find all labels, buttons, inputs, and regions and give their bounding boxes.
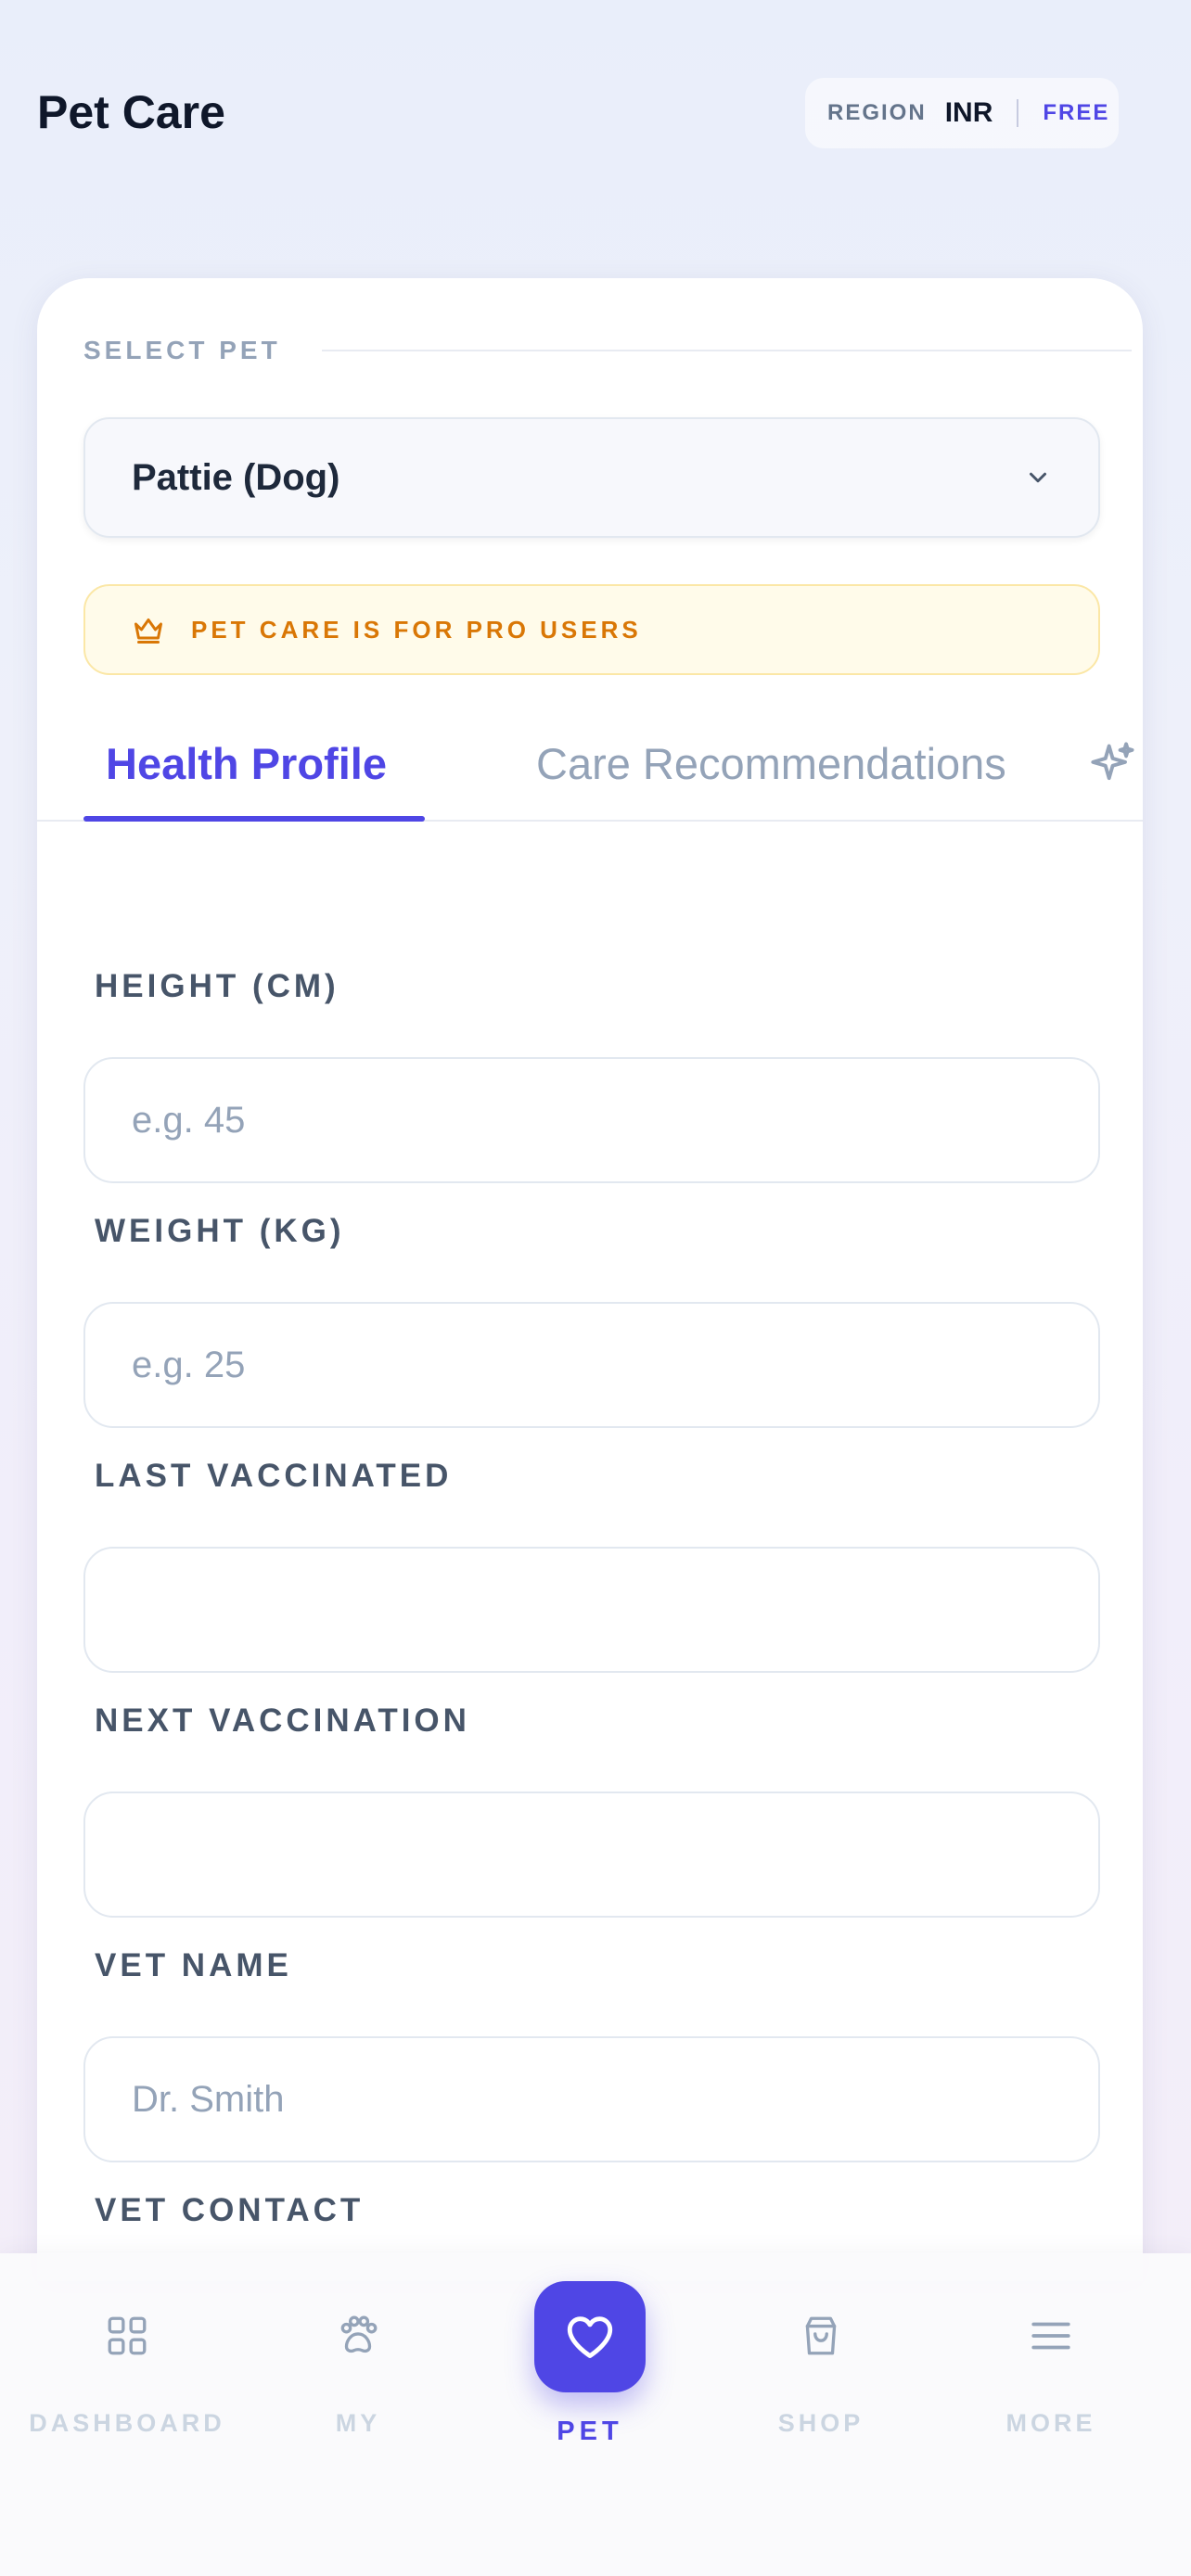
- grid-icon: [108, 2316, 147, 2355]
- region-value: INR: [944, 97, 993, 128]
- crown-icon: [134, 618, 162, 644]
- heart-icon: [567, 2316, 613, 2358]
- vet-name-label: VET NAME: [95, 1947, 292, 1983]
- active-tab-indicator: [83, 816, 425, 822]
- page-title: Pet Care: [37, 86, 225, 138]
- bottom-nav: DASHBOARD MY PET SHOP MORE: [0, 2253, 1191, 2576]
- vet-contact-label: VET CONTACT: [95, 2192, 365, 2228]
- pro-banner-text: PET CARE IS FOR PRO USERS: [191, 615, 642, 644]
- height-input[interactable]: [83, 1057, 1100, 1183]
- paw-icon: [340, 2315, 378, 2353]
- sparkle-icon: [1091, 742, 1134, 781]
- nav-label-dashboard: DASHBOARD: [29, 2409, 225, 2437]
- shopping-bag-icon: [805, 2316, 837, 2355]
- select-pet-header: SELECT PET: [83, 336, 1132, 365]
- next-vaccination-input[interactable]: [83, 1792, 1100, 1918]
- nav-label-pet: PET: [557, 2417, 623, 2446]
- next-vaccination-label: NEXT VACCINATION: [95, 1702, 470, 1739]
- pro-users-banner: PET CARE IS FOR PRO USERS: [83, 584, 1100, 675]
- tab-health-profile[interactable]: Health Profile: [106, 705, 387, 822]
- nav-label-shop: SHOP: [777, 2409, 864, 2437]
- nav-label-my: MY: [335, 2409, 381, 2437]
- chevron-down-icon: [1030, 472, 1046, 483]
- weight-label: WEIGHT (KG): [95, 1213, 345, 1249]
- menu-icon: [1031, 2322, 1070, 2350]
- height-label: HEIGHT (CM): [95, 968, 339, 1004]
- weight-input[interactable]: [83, 1302, 1100, 1428]
- tab-bar: Health Profile Care Recommendations: [37, 705, 1143, 822]
- region-label: REGION: [827, 100, 927, 125]
- vet-name-input[interactable]: [83, 2036, 1100, 2162]
- region-divider: [1017, 99, 1019, 127]
- section-divider: [321, 350, 1132, 351]
- tab-care-recommendations[interactable]: Care Recommendations: [536, 705, 1006, 822]
- last-vaccinated-input[interactable]: [83, 1547, 1100, 1673]
- region-selector[interactable]: REGION INR FREE: [805, 78, 1119, 148]
- nav-label-more: MORE: [1005, 2409, 1096, 2437]
- last-vaccinated-label: LAST VACCINATED: [95, 1458, 453, 1494]
- pet-care-card: SELECT PET Pattie (Dog) PET CARE IS FOR …: [37, 278, 1143, 2281]
- select-pet-label: SELECT PET: [83, 336, 281, 364]
- pet-select-dropdown[interactable]: Pattie (Dog): [83, 417, 1100, 538]
- pet-select-value: Pattie (Dog): [132, 456, 340, 498]
- nav-item-pet[interactable]: [534, 2281, 646, 2392]
- plan-badge: FREE: [1043, 100, 1110, 125]
